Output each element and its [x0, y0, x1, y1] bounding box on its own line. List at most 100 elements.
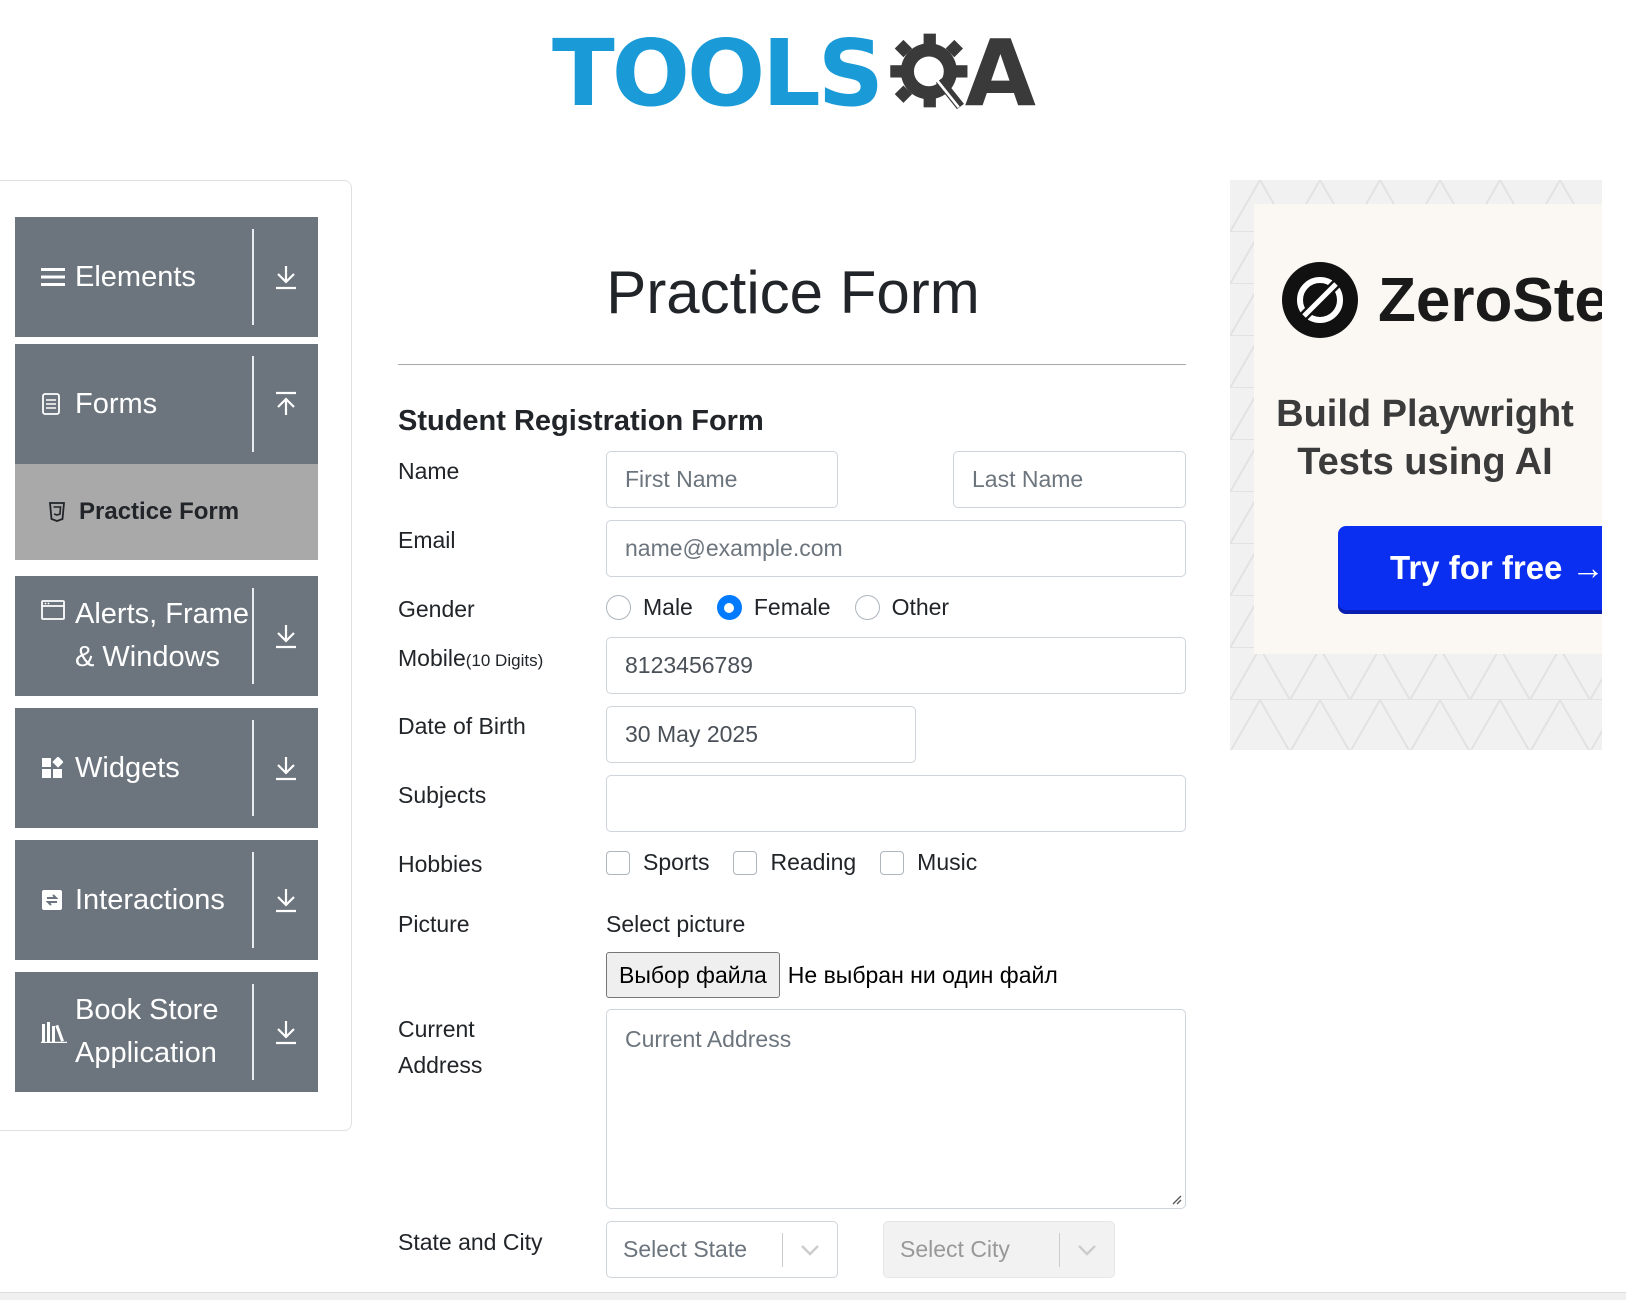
- page-bottom-border: [0, 1292, 1626, 1300]
- hobby-music-option[interactable]: Music: [880, 849, 977, 876]
- download-arrow-icon[interactable]: [254, 840, 318, 960]
- zerostep-logo-icon: [1282, 262, 1358, 338]
- sidebar-group-elements[interactable]: Elements: [15, 217, 318, 337]
- sidebar-group-label: Interactions: [75, 883, 225, 916]
- sidebar-group-header: Widgets: [15, 720, 254, 816]
- last-name-input[interactable]: Last Name: [953, 451, 1186, 508]
- sidebar-group-label: Book Store Application: [75, 994, 219, 1069]
- sidebar-group-forms[interactable]: Forms: [15, 344, 318, 464]
- address-label-line2: Address: [398, 1052, 483, 1078]
- mobile-label: Mobile(10 Digits): [398, 640, 543, 679]
- gender-options: Male Female Other: [606, 594, 973, 621]
- name-label: Name: [398, 458, 460, 484]
- hobby-reading-label: Reading: [770, 849, 857, 875]
- gender-label: Gender: [398, 596, 475, 622]
- chevron-down-icon[interactable]: [1060, 1244, 1114, 1256]
- gender-female-option[interactable]: Female: [716, 594, 831, 621]
- hamburger-icon: [41, 266, 67, 288]
- gender-male-label: Male: [643, 594, 693, 620]
- sidebar-group-label: Widgets: [75, 751, 180, 784]
- state-select-value: Select State: [623, 1236, 748, 1262]
- hobby-reading-option[interactable]: Reading: [733, 849, 856, 876]
- hobby-music-checkbox[interactable]: [880, 850, 905, 875]
- upload-arrow-icon[interactable]: [254, 344, 318, 464]
- picture-label: Picture: [398, 911, 470, 937]
- html5-icon: [49, 502, 67, 522]
- ad-copy-line2: Tests using AI: [1297, 441, 1553, 483]
- picture-caption: Select picture: [606, 911, 746, 937]
- gender-other-option[interactable]: Other: [854, 594, 950, 621]
- sidebar-group-header: Elements: [15, 229, 254, 325]
- first-name-input[interactable]: First Name: [606, 451, 838, 508]
- city-select-value: Select City: [900, 1236, 1010, 1262]
- logo-text: TOOLS: [552, 20, 884, 127]
- hobby-reading-checkbox[interactable]: [733, 850, 758, 875]
- chevron-down-icon[interactable]: [783, 1244, 837, 1256]
- subjects-label: Subjects: [398, 782, 487, 808]
- sidebar-group-widgets[interactable]: Widgets: [15, 708, 318, 828]
- sidebar-group-header: Interactions: [15, 852, 254, 948]
- gender-female-label: Female: [753, 594, 831, 620]
- mobile-label-text: Mobile: [398, 645, 466, 671]
- interactions-icon: [41, 889, 67, 911]
- hobbies-label: Hobbies: [398, 851, 483, 877]
- hobby-music-label: Music: [917, 849, 978, 875]
- hobby-sports-checkbox[interactable]: [606, 850, 630, 875]
- state-city-label: State and City: [398, 1229, 543, 1255]
- ad-brand: ZeroStep: [1378, 265, 1602, 335]
- window-icon: [41, 600, 67, 620]
- download-arrow-icon[interactable]: [254, 972, 318, 1092]
- hobby-sports-option[interactable]: Sports: [606, 849, 709, 876]
- gender-other-radio[interactable]: [854, 595, 880, 620]
- file-upload: Выбор файла Не выбран ни один файл: [606, 952, 1058, 998]
- try-for-free-button[interactable]: Try for free →: [1338, 526, 1602, 610]
- advertisement[interactable]: ZeroStep Build Playwright Tests using AI…: [1230, 180, 1602, 750]
- current-address-textarea[interactable]: Current Address: [606, 1009, 1186, 1209]
- sidebar-group-label: Elements: [75, 260, 196, 293]
- page-title: Practice Form: [606, 259, 980, 326]
- hobbies-options: Sports Reading Music: [606, 849, 1001, 876]
- subjects-input[interactable]: [606, 775, 1186, 832]
- mobile-input[interactable]: 8123456789: [606, 637, 1186, 694]
- email-input[interactable]: name@example.com: [606, 520, 1186, 577]
- gender-other-label: Other: [891, 594, 950, 620]
- ad-copy-line1: Build Playwright: [1276, 393, 1574, 435]
- widgets-icon: [41, 757, 67, 779]
- city-select[interactable]: Select City: [883, 1221, 1115, 1278]
- file-status: Не выбран ни один файл: [787, 961, 1058, 988]
- address-placeholder: Current Address: [625, 1026, 792, 1052]
- sidebar-group-header: Book Store Application: [15, 984, 254, 1080]
- dob-input[interactable]: 30 May 2025: [606, 706, 916, 763]
- gender-male-radio[interactable]: [606, 595, 631, 620]
- ad-card: ZeroStep Build Playwright Tests using AI…: [1254, 204, 1602, 654]
- toolsqa-logo[interactable]: TOOLS A: [552, 18, 1036, 130]
- sidebar-group-header: Forms: [15, 356, 254, 452]
- sidebar-group-interactions[interactable]: Interactions: [15, 840, 318, 960]
- download-arrow-icon[interactable]: [254, 708, 318, 828]
- state-select[interactable]: Select State: [606, 1221, 838, 1278]
- hobby-sports-label: Sports: [643, 849, 710, 875]
- ad-copy: Build Playwright Tests using AI: [1254, 390, 1602, 486]
- sidebar-item-label: Practice Form: [79, 498, 240, 525]
- choose-file-button[interactable]: Выбор файла: [606, 952, 780, 998]
- sidebar-group-header: Alerts, Frame & Windows: [15, 588, 254, 684]
- gender-female-radio[interactable]: [716, 595, 742, 620]
- sidebar-item-practice-form[interactable]: Practice Form: [15, 464, 318, 560]
- document-icon: [41, 393, 67, 415]
- address-label-line1: Current: [398, 1016, 475, 1042]
- mobile-hint: (10 Digits): [465, 651, 544, 670]
- title-divider: [398, 364, 1186, 365]
- sidebar-group-label: Alerts, Frame & Windows: [75, 598, 250, 673]
- email-label: Email: [398, 527, 456, 553]
- gear-magnifier-icon: [890, 33, 968, 110]
- download-arrow-icon[interactable]: [254, 217, 318, 337]
- resize-grip-icon[interactable]: [1170, 1193, 1182, 1205]
- sidebar-group-book-store[interactable]: Book Store Application: [15, 972, 318, 1092]
- download-arrow-icon[interactable]: [254, 576, 318, 696]
- gender-male-option[interactable]: Male: [606, 594, 693, 621]
- sidebar-group-alerts[interactable]: Alerts, Frame & Windows: [15, 576, 318, 696]
- logo-suffix: A: [964, 20, 1036, 127]
- form-heading: Student Registration Form: [398, 405, 764, 437]
- sidebar: Elements Forms Practice Form Alerts, Fra…: [0, 180, 352, 1131]
- dob-label: Date of Birth: [398, 713, 526, 739]
